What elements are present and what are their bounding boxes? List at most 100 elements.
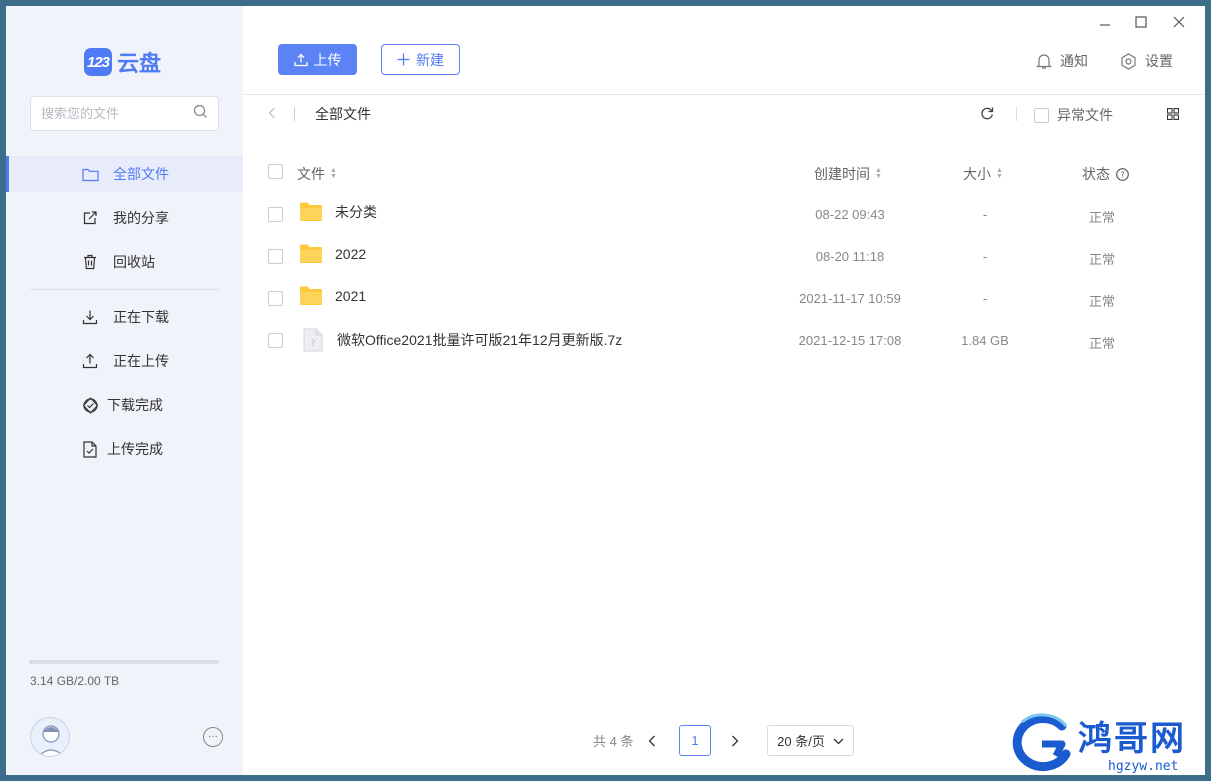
column-header-size[interactable]: 大小 ▲ ▼ xyxy=(963,164,1003,184)
watermark: 鸿哥网 hgzyw.net xyxy=(1008,712,1186,774)
search-box[interactable] xyxy=(30,96,219,131)
grid-view-icon[interactable] xyxy=(1166,107,1180,125)
storage-progress-fill xyxy=(30,660,31,664)
watermark-title: 鸿哥网 xyxy=(1078,719,1186,759)
breadcrumb-current[interactable]: 全部文件 xyxy=(315,104,371,124)
storage-progress-bar xyxy=(30,660,219,664)
row-checkbox[interactable] xyxy=(268,207,283,222)
settings-button[interactable]: 设置 xyxy=(1120,51,1173,71)
page-size-value: 20 条/页 xyxy=(777,734,825,749)
abnormal-files-filter[interactable]: 异常文件 xyxy=(1034,105,1113,125)
more-options-icon[interactable]: ··· xyxy=(203,727,223,747)
sidebar-item-downloading[interactable]: 正在下载 xyxy=(6,299,243,335)
upload-icon xyxy=(81,352,99,370)
sort-icon: ▲ ▼ xyxy=(996,167,1003,180)
upload-done-icon xyxy=(81,440,99,458)
page-size-select[interactable]: 20 条/页 xyxy=(767,725,854,756)
app-logo: 123 云盘 xyxy=(84,46,161,78)
file-name[interactable]: 2021 xyxy=(335,288,366,304)
new-button-label: 新建 xyxy=(416,51,444,68)
close-icon[interactable] xyxy=(1166,12,1192,32)
chevron-down-icon xyxy=(833,733,844,748)
sidebar-item-trash[interactable]: 回收站 xyxy=(6,244,243,280)
notify-button[interactable]: 通知 xyxy=(1036,51,1088,71)
sidebar-item-all-files[interactable]: 全部文件 xyxy=(6,156,243,192)
sidebar-item-my-share[interactable]: 我的分享 xyxy=(6,200,243,236)
main-panel: 上传 新建 通知 设置 全部文件 异常文件 文件 ▲ ▼ 创建时间 ▲ ▼ 大小… xyxy=(243,6,1205,775)
sort-icon: ▲ ▼ xyxy=(875,167,882,180)
file-name[interactable]: 未分类 xyxy=(335,202,377,222)
new-button[interactable]: 新建 xyxy=(381,44,460,75)
header-divider xyxy=(243,94,1205,95)
abnormal-files-label: 异常文件 xyxy=(1057,107,1113,123)
row-checkbox[interactable] xyxy=(268,249,283,264)
download-icon xyxy=(81,308,99,326)
sidebar-item-label: 上传完成 xyxy=(107,441,163,457)
minimize-icon[interactable] xyxy=(1092,12,1118,32)
watermark-logo-icon xyxy=(1012,713,1071,771)
app-window: 123 云盘 全部文件 我的分享 回收站 xyxy=(6,6,1205,775)
column-header-created[interactable]: 创建时间 ▲ ▼ xyxy=(814,164,882,184)
upload-button-label: 上传 xyxy=(313,51,342,68)
table-row[interactable]: 2021 2021-11-17 10:59 - 正常 xyxy=(243,286,1205,333)
upload-button[interactable]: 上传 xyxy=(278,44,357,75)
table-row[interactable]: 2022 08-20 11:18 - 正常 xyxy=(243,244,1205,291)
file-status: 正常 xyxy=(1088,294,1115,309)
avatar[interactable] xyxy=(30,717,70,757)
help-icon[interactable]: ? xyxy=(1116,167,1129,181)
upload-icon xyxy=(293,53,308,67)
svg-text:?: ? xyxy=(311,339,316,349)
column-header-status: 状态 ? xyxy=(1082,164,1129,184)
maximize-icon[interactable] xyxy=(1128,12,1154,32)
column-header-file[interactable]: 文件 ▲ ▼ xyxy=(297,164,337,184)
sidebar-item-label: 下载完成 xyxy=(107,397,163,413)
sidebar-item-upload-done[interactable]: 上传完成 xyxy=(6,431,243,467)
select-all-checkbox[interactable] xyxy=(268,164,283,179)
trash-icon xyxy=(81,253,99,271)
row-checkbox[interactable] xyxy=(268,291,283,306)
page-number-button[interactable]: 1 xyxy=(679,725,711,756)
refresh-icon[interactable] xyxy=(980,106,994,125)
table-row[interactable]: 未分类 08-22 09:43 - 正常 xyxy=(243,202,1205,249)
next-page-icon[interactable] xyxy=(731,725,739,756)
file-name[interactable]: 微软Office2021批量许可版21年12月更新版.7z xyxy=(337,330,622,350)
sort-icon: ▲ ▼ xyxy=(330,167,337,180)
file-size: 1.84 GB xyxy=(961,333,1009,348)
plus-icon xyxy=(397,53,410,66)
file-created: 08-20 11:18 xyxy=(815,249,885,264)
folder-icon xyxy=(299,202,323,222)
toolbar-separator xyxy=(1016,107,1017,121)
notify-label: 通知 xyxy=(1060,53,1088,69)
file-size: - xyxy=(982,207,988,222)
folder-icon xyxy=(299,244,323,264)
sidebar-item-download-done[interactable]: 下载完成 xyxy=(6,387,243,423)
sidebar-item-label: 正在下载 xyxy=(113,309,169,325)
sidebar-item-uploading[interactable]: 正在上传 xyxy=(6,343,243,379)
sidebar-item-label: 我的分享 xyxy=(113,210,169,226)
unknown-file-icon: ? xyxy=(303,328,323,352)
search-icon[interactable] xyxy=(193,104,208,124)
file-created: 2021-12-15 17:08 xyxy=(798,333,902,348)
back-arrow-icon[interactable] xyxy=(268,106,276,122)
sidebar-divider xyxy=(30,289,220,290)
row-checkbox[interactable] xyxy=(268,333,283,348)
sidebar-item-label: 正在上传 xyxy=(113,353,169,369)
column-header-created-label: 创建时间 xyxy=(814,166,870,182)
abnormal-files-checkbox[interactable] xyxy=(1034,107,1049,123)
gear-icon xyxy=(1121,52,1136,70)
file-size: - xyxy=(982,249,988,264)
prev-page-icon[interactable] xyxy=(648,725,656,756)
column-header-status-label: 状态 xyxy=(1082,166,1110,182)
file-created: 08-22 09:43 xyxy=(815,207,885,222)
logo-badge: 123 xyxy=(84,48,112,76)
share-icon xyxy=(81,209,99,227)
sidebar: 123 云盘 全部文件 我的分享 回收站 xyxy=(6,6,243,775)
breadcrumb-separator xyxy=(294,107,295,121)
search-input[interactable] xyxy=(41,106,193,121)
file-status: 正常 xyxy=(1088,336,1115,351)
file-size: - xyxy=(982,291,988,306)
table-row[interactable]: ? 微软Office2021批量许可版21年12月更新版.7z 2021-12-… xyxy=(243,328,1205,375)
file-name[interactable]: 2022 xyxy=(335,246,366,262)
storage-usage-text: 3.14 GB/2.00 TB xyxy=(30,674,120,688)
sidebar-item-label: 回收站 xyxy=(113,254,155,270)
